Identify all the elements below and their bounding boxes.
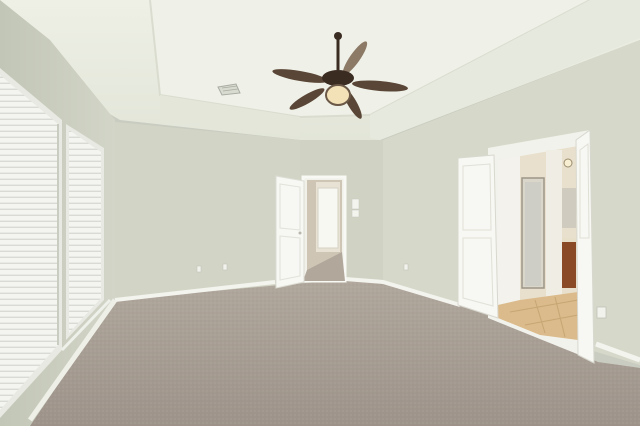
back-wall-left — [115, 122, 300, 300]
outlet — [596, 306, 607, 319]
light-switch[interactable] — [351, 198, 360, 210]
door-center[interactable] — [275, 175, 305, 289]
hallway — [301, 175, 347, 283]
empty-bedroom-photo — [0, 0, 640, 426]
left-door-leaf[interactable] — [457, 154, 499, 319]
light-switch-2[interactable] — [351, 209, 360, 218]
outlet — [222, 263, 228, 271]
room-illustration — [0, 0, 640, 426]
fan-light — [325, 84, 351, 106]
bathroom — [498, 146, 579, 340]
outlet — [196, 265, 202, 273]
outlet — [403, 263, 409, 271]
